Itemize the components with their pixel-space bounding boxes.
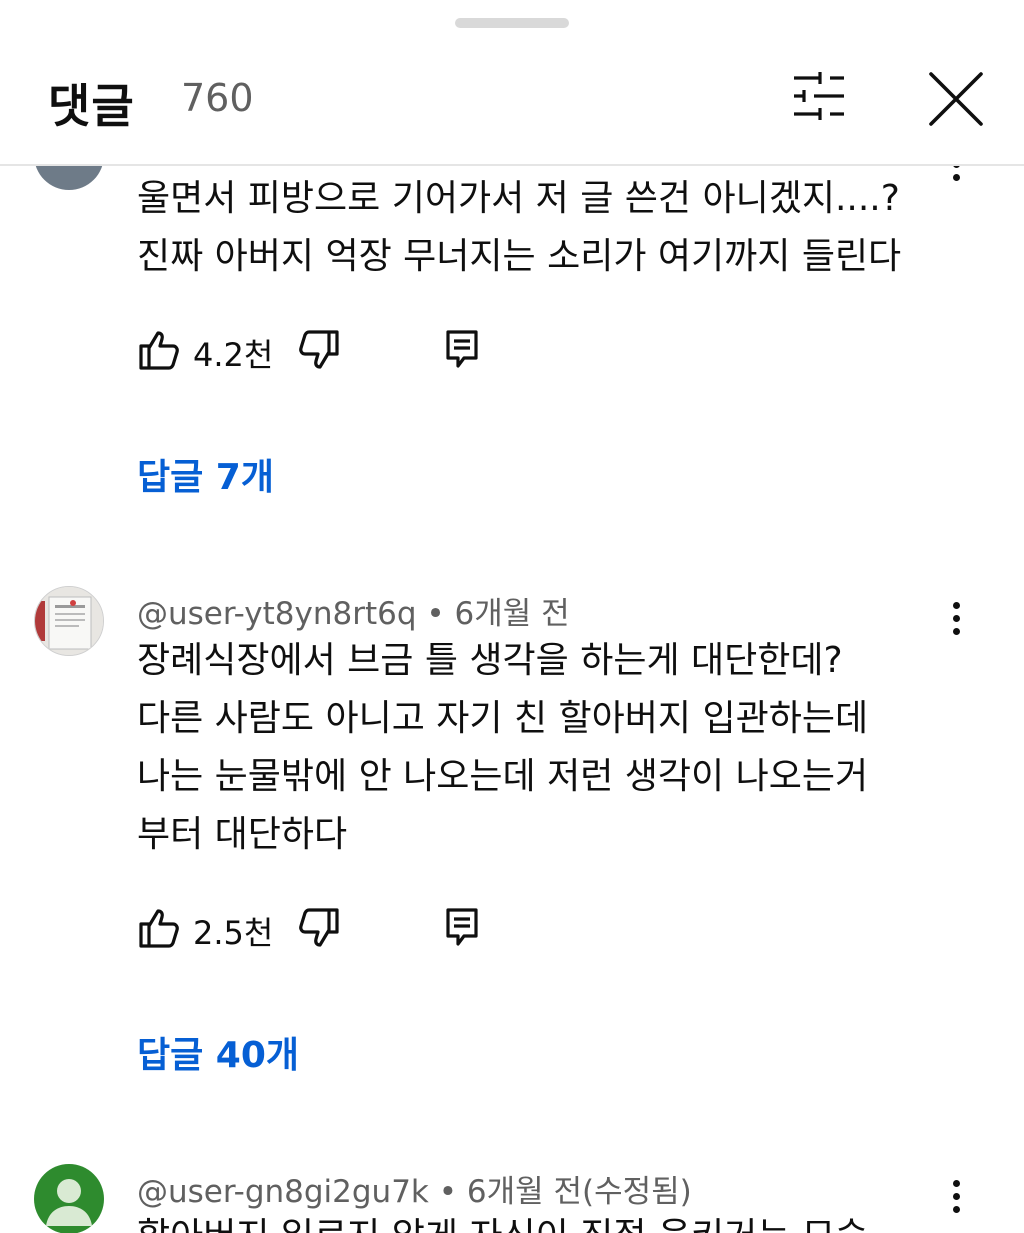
thumbs-up-icon[interactable]	[137, 906, 181, 950]
comment-actions: 2.5천	[137, 906, 497, 952]
close-icon[interactable]	[925, 68, 987, 130]
page-title: 댓글	[48, 79, 135, 133]
more-vert-icon[interactable]	[944, 602, 968, 642]
avatar[interactable]	[34, 1164, 104, 1233]
comments-list: 울면서 피방으로 기어가서 저 글 쓴건 아니겠지....? 진짜 아버지 억장…	[0, 0, 1024, 1233]
comment-line: 할아버지 일르지 않게 자신이 직접 움키거는 모습	[137, 1208, 868, 1233]
comment-text: 울면서 피방으로 기어가서 저 글 쓴건 아니겠지....? 진짜 아버지 억장…	[137, 170, 901, 286]
comment-actions: 4.2천	[137, 328, 497, 374]
comment-count: 760	[181, 76, 254, 120]
comments-header: 댓글 760	[0, 40, 1024, 166]
thumbs-up-icon[interactable]	[137, 328, 181, 372]
comment-line: 장례식장에서 브금 틀 생각을 하는게 대단한데?	[137, 640, 843, 681]
thumbs-down-icon[interactable]	[297, 328, 341, 372]
default-avatar-icon	[46, 1179, 92, 1226]
reply-icon[interactable]	[442, 906, 482, 950]
more-vert-icon[interactable]	[944, 1180, 968, 1220]
comment-line: 진짜 아버지 억장 무너지는 소리가 여기까지 들린다	[137, 236, 902, 277]
comments-sheet: 울면서 피방으로 기어가서 저 글 쓴건 아니겠지....? 진짜 아버지 억장…	[0, 0, 1024, 1233]
comment-text: 할아버지 일르지 않게 자신이 직접 움키거는 모습	[137, 1208, 868, 1233]
comment-line: 울면서 피방으로 기어가서 저 글 쓴건 아니겠지....?	[137, 178, 900, 219]
thumbs-down-icon[interactable]	[297, 906, 341, 950]
comment-author-meta[interactable]: @user-yt8yn8rt6q • 6개월 전	[137, 588, 570, 633]
comment-line: 다른 사람도 아니고 자기 친 할아버지 입관하는데	[137, 698, 869, 739]
avatar[interactable]	[34, 586, 104, 656]
comment-line: 부터 대단하다	[137, 814, 348, 855]
view-replies-link[interactable]: 답글 7개	[137, 448, 274, 500]
comment-line: 나는 눈물밖에 안 나오는데 저런 생각이 나오는거	[137, 756, 869, 797]
view-replies-link[interactable]: 답글 40개	[137, 1026, 299, 1078]
like-count: 2.5천	[193, 914, 274, 952]
filter-icon[interactable]	[786, 68, 852, 124]
reply-icon[interactable]	[442, 328, 482, 372]
like-count: 4.2천	[193, 336, 274, 374]
comment-author-meta[interactable]: @user-gn8gi2gu7k • 6개월 전(수정됨)	[137, 1166, 692, 1211]
comment-text: 장례식장에서 브금 틀 생각을 하는게 대단한데? 다른 사람도 아니고 자기 …	[137, 632, 868, 864]
avatar-image	[35, 587, 103, 655]
